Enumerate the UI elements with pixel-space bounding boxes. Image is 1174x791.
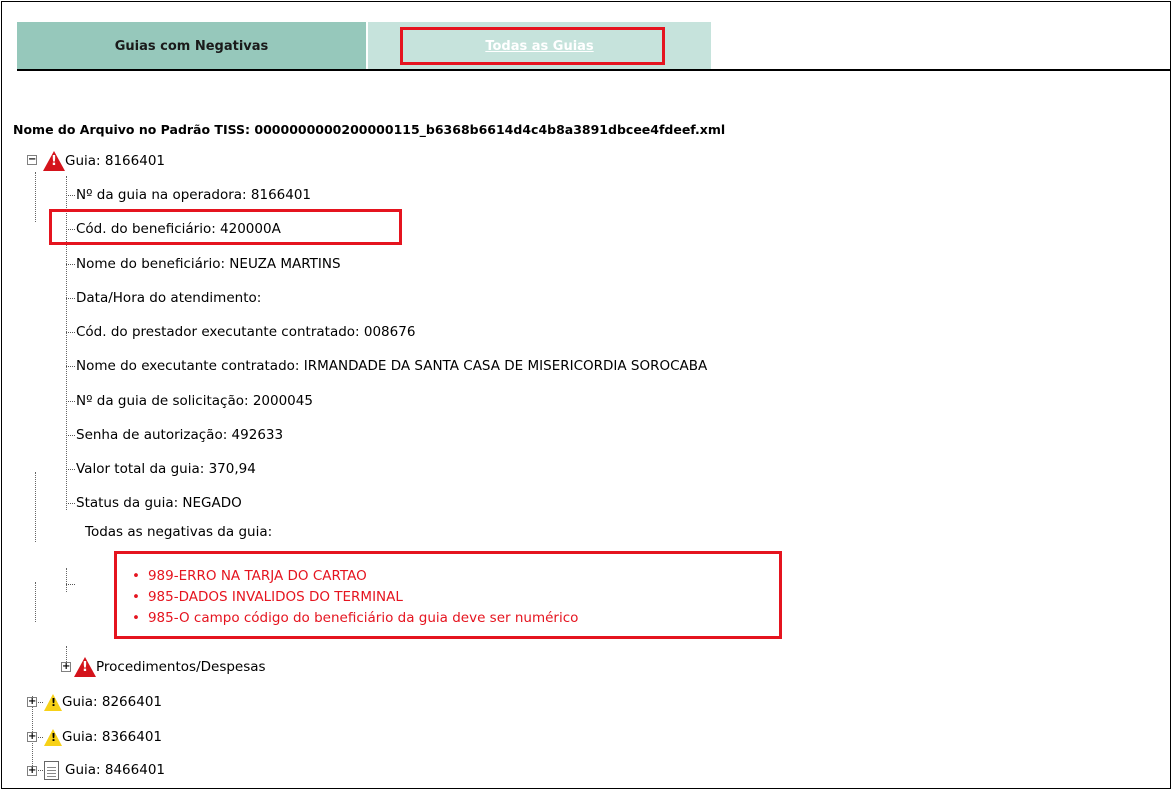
negatives-heading: Todas as negativas da guia: (85, 524, 273, 540)
negative-item: 985-DADOS INVALIDOS DO TERMINAL (132, 587, 578, 608)
field-nome-beneficiario[interactable]: Nome do beneficiário: NEUZA MARTINS (66, 254, 341, 274)
field-text: Status da guia: NEGADO (76, 495, 242, 511)
field-num-guia-solicitacao[interactable]: Nº da guia de solicitação: 2000045 (66, 391, 313, 411)
guia-node-8466401[interactable]: Guia: 8466401 (38, 760, 165, 780)
field-valor-total[interactable]: Valor total da guia: 370,94 (66, 459, 256, 479)
tree-dash (38, 769, 43, 771)
error-icon (43, 151, 65, 171)
document-icon (44, 760, 59, 780)
tree-dash (66, 468, 75, 470)
expand-toggle[interactable]: + (61, 662, 71, 672)
tree-dash (66, 331, 75, 333)
expand-toggle[interactable]: + (27, 732, 37, 742)
field-text: Nº da guia na operadora: 8166401 (76, 187, 312, 203)
window-frame: Guias com Negativas Todas as Guias Nome … (1, 1, 1171, 789)
tree-dash (66, 583, 75, 585)
negative-item: 985-O campo código do beneficiário da gu… (132, 608, 578, 629)
highlight-box (49, 209, 402, 245)
guia-node-8166401[interactable]: Guia: 8166401 (43, 151, 165, 171)
tree-dash (66, 297, 75, 299)
negatives-list: 989-ERRO NA TARJA DO CARTAO 985-DADOS IN… (132, 566, 578, 629)
tree-dash (66, 263, 75, 265)
tree-dash (66, 365, 75, 367)
field-text: Nome do beneficiário: NEUZA MARTINS (76, 256, 341, 272)
warning-yellow-icon (44, 728, 62, 746)
guia-title: Guia: 8266401 (62, 694, 163, 710)
guia-node-8266401[interactable]: Guia: 8266401 (38, 692, 162, 712)
expand-toggle[interactable]: + (27, 697, 37, 707)
tree-connector (35, 472, 36, 542)
field-text: Nome do executante contratado: IRMANDADE… (76, 358, 708, 374)
tree-dash (38, 736, 43, 738)
tree-dash (66, 194, 75, 196)
field-text: Valor total da guia: 370,94 (76, 461, 256, 477)
error-icon (74, 657, 96, 677)
field-text: Cód. do prestador executante contratado:… (76, 324, 416, 340)
field-text: Senha de autorização: 492633 (76, 427, 284, 443)
tree-dash (66, 400, 75, 402)
collapse-toggle[interactable]: − (27, 155, 37, 165)
field-text: Nº da guia de solicitação: 2000045 (76, 393, 313, 409)
procedimentos-label: Procedimentos/Despesas (96, 659, 266, 675)
tree-connector (35, 582, 36, 622)
field-data-hora[interactable]: Data/Hora do atendimento: (66, 288, 261, 308)
guia-tree: − Guia: 8166401 Nº da guia na operadora:… (2, 2, 1170, 788)
guia-node-8366401[interactable]: Guia: 8366401 (38, 727, 162, 747)
field-num-guia-operadora[interactable]: Nº da guia na operadora: 8166401 (66, 185, 311, 205)
guia-title: Guia: 8166401 (65, 153, 166, 169)
field-status-guia[interactable]: Status da guia: NEGADO (66, 493, 242, 513)
field-senha-autorizacao[interactable]: Senha de autorização: 492633 (66, 425, 283, 445)
guia-title: Guia: 8466401 (65, 762, 166, 778)
warning-yellow-icon (44, 693, 62, 711)
tree-connector (35, 172, 36, 222)
negatives-node (66, 574, 76, 594)
guia-title: Guia: 8366401 (62, 729, 163, 745)
negative-item: 989-ERRO NA TARJA DO CARTAO (132, 566, 578, 587)
field-nome-executante[interactable]: Nome do executante contratado: IRMANDADE… (66, 356, 707, 376)
procedimentos-node[interactable]: Procedimentos/Despesas (74, 657, 266, 677)
field-text: Data/Hora do atendimento: (76, 290, 262, 306)
field-cod-prestador[interactable]: Cód. do prestador executante contratado:… (66, 322, 415, 342)
tree-dash (66, 502, 75, 504)
tree-dash (38, 701, 43, 703)
tree-dash (66, 434, 75, 436)
expand-toggle[interactable]: + (27, 766, 37, 776)
